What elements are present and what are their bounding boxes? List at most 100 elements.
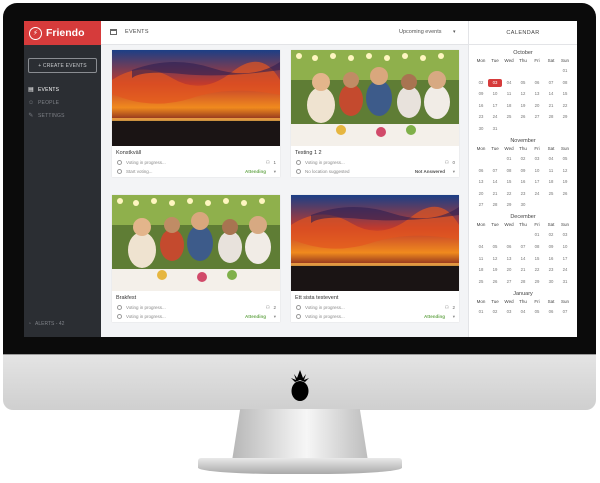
calendar-day[interactable]: 12 (558, 167, 572, 175)
calendar-day[interactable]: 07 (558, 308, 572, 316)
calendar-day[interactable]: 27 (502, 278, 516, 286)
calendar-day[interactable]: 13 (530, 90, 544, 98)
calendar-day[interactable]: 22 (558, 102, 572, 110)
calendar-day[interactable]: 15 (530, 255, 544, 263)
brand-header[interactable]: ⚡ Friendo (24, 21, 101, 45)
calendar-day[interactable]: 12 (516, 90, 530, 98)
calendar-day[interactable]: 02 (474, 79, 488, 87)
calendar-day[interactable]: 06 (502, 243, 516, 251)
sidebar-item-events[interactable]: ▤ EVENTS (24, 83, 101, 96)
calendar-day[interactable]: 25 (502, 113, 516, 121)
calendar-day[interactable]: 15 (502, 178, 516, 186)
calendar-day[interactable]: 17 (488, 102, 502, 110)
calendar-day[interactable]: 23 (544, 266, 558, 274)
calendar-day[interactable]: 27 (474, 201, 488, 209)
calendar-day[interactable]: 24 (488, 113, 502, 121)
calendar-day[interactable]: 20 (530, 102, 544, 110)
calendar-day[interactable]: 20 (502, 266, 516, 274)
calendar-day[interactable]: 07 (516, 243, 530, 251)
calendar-day[interactable]: 07 (544, 79, 558, 87)
calendar-day[interactable]: 13 (502, 255, 516, 263)
attendance-status[interactable]: Attending (245, 314, 266, 319)
calendar-day[interactable]: 26 (516, 113, 530, 121)
calendar-day[interactable]: 05 (516, 79, 530, 87)
calendar-day[interactable]: 24 (558, 266, 572, 274)
event-card[interactable]: Brakfest Voting in progress... ⚇ 2 Votin… (112, 195, 280, 322)
calendar-day[interactable]: 21 (516, 266, 530, 274)
calendar-day[interactable]: 11 (502, 90, 516, 98)
calendar-day[interactable]: 16 (516, 178, 530, 186)
calendar-day[interactable]: 30 (516, 201, 530, 209)
calendar-day[interactable]: 24 (530, 190, 544, 198)
calendar-day[interactable]: 05 (530, 308, 544, 316)
calendar-day[interactable]: 13 (474, 178, 488, 186)
calendar-day[interactable]: 28 (544, 113, 558, 121)
calendar-day[interactable]: 19 (558, 178, 572, 186)
calendar-day[interactable]: 14 (516, 255, 530, 263)
calendar-day[interactable]: 05 (488, 243, 502, 251)
calendar-day[interactable]: 12 (488, 255, 502, 263)
event-location-row[interactable]: Start voting... Attending ▾ (112, 168, 280, 177)
calendar-day[interactable]: 09 (544, 243, 558, 251)
sidebar-item-settings[interactable]: ✎ SETTINGS (24, 109, 101, 122)
events-filter-dropdown[interactable]: Upcoming events (399, 29, 442, 35)
calendar-day[interactable]: 07 (488, 167, 502, 175)
chevron-down-icon[interactable]: ▾ (453, 29, 456, 35)
sidebar-item-people[interactable]: ☺ PEOPLE (24, 96, 101, 109)
calendar-day[interactable]: 28 (516, 278, 530, 286)
calendar-day[interactable]: 03 (558, 231, 572, 239)
calendar-day[interactable]: 14 (544, 90, 558, 98)
calendar-day[interactable]: 21 (488, 190, 502, 198)
calendar-day[interactable]: 04 (502, 79, 516, 87)
calendar-day[interactable]: 23 (516, 190, 530, 198)
calendar-day[interactable]: 28 (488, 201, 502, 209)
calendar-day[interactable]: 03 (502, 308, 516, 316)
calendar-day[interactable]: 14 (488, 178, 502, 186)
calendar-day[interactable]: 06 (530, 79, 544, 87)
calendar-day[interactable]: 10 (530, 167, 544, 175)
calendar-day[interactable]: 25 (474, 278, 488, 286)
calendar-day[interactable]: 15 (558, 90, 572, 98)
calendar-day[interactable]: 10 (558, 243, 572, 251)
chevron-down-icon[interactable]: ▾ (453, 169, 455, 175)
chevron-down-icon[interactable]: ▾ (274, 169, 276, 175)
calendar-day[interactable]: 06 (474, 167, 488, 175)
calendar-day[interactable]: 17 (530, 178, 544, 186)
event-location-row[interactable]: Voting in progress... Attending ▾ (291, 313, 459, 322)
calendar-day[interactable]: 22 (502, 190, 516, 198)
calendar-day[interactable]: 23 (474, 113, 488, 121)
calendar-day[interactable]: 01 (502, 155, 516, 163)
calendar-day[interactable]: 04 (474, 243, 488, 251)
calendar-day[interactable]: 31 (558, 278, 572, 286)
calendar-day[interactable]: 02 (544, 231, 558, 239)
event-location-row[interactable]: No location suggested Not Answered ▾ (291, 168, 459, 177)
attendance-status[interactable]: Attending (245, 169, 266, 174)
calendar-day[interactable]: 27 (530, 113, 544, 121)
calendar-day[interactable]: 05 (558, 155, 572, 163)
calendar-day[interactable]: 30 (544, 278, 558, 286)
calendar-day[interactable]: 01 (558, 67, 572, 75)
calendar-day[interactable]: 16 (544, 255, 558, 263)
event-card[interactable]: Testing 1 2 Voting in progress... ⚇ 0 No… (291, 50, 459, 177)
calendar-day[interactable]: 29 (558, 113, 572, 121)
event-date-row[interactable]: Voting in progress... ⚇ 2 (291, 304, 459, 313)
event-location-row[interactable]: Voting in progress... Attending ▾ (112, 313, 280, 322)
calendar-day[interactable]: 18 (544, 178, 558, 186)
calendar-day[interactable]: 02 (516, 155, 530, 163)
attendance-status[interactable]: Attending (424, 314, 445, 319)
calendar-day[interactable]: 19 (516, 102, 530, 110)
calendar-day[interactable]: 29 (530, 278, 544, 286)
alerts-link[interactable]: ◔ ALERTS - 42 (28, 321, 64, 327)
calendar-day[interactable]: 19 (488, 266, 502, 274)
calendar-day[interactable]: 08 (558, 79, 572, 87)
calendar-day[interactable]: 25 (544, 190, 558, 198)
calendar-day[interactable]: 08 (502, 167, 516, 175)
calendar-day[interactable]: 04 (544, 155, 558, 163)
calendar-day[interactable]: 30 (474, 125, 488, 133)
chevron-down-icon[interactable]: ▾ (453, 314, 455, 320)
event-card[interactable]: Ett sista testevent Voting in progress..… (291, 195, 459, 322)
calendar-day[interactable]: 06 (544, 308, 558, 316)
calendar-day[interactable]: 04 (516, 308, 530, 316)
create-events-button[interactable]: + CREATE EVENTS (28, 58, 97, 73)
calendar-day[interactable]: 26 (558, 190, 572, 198)
